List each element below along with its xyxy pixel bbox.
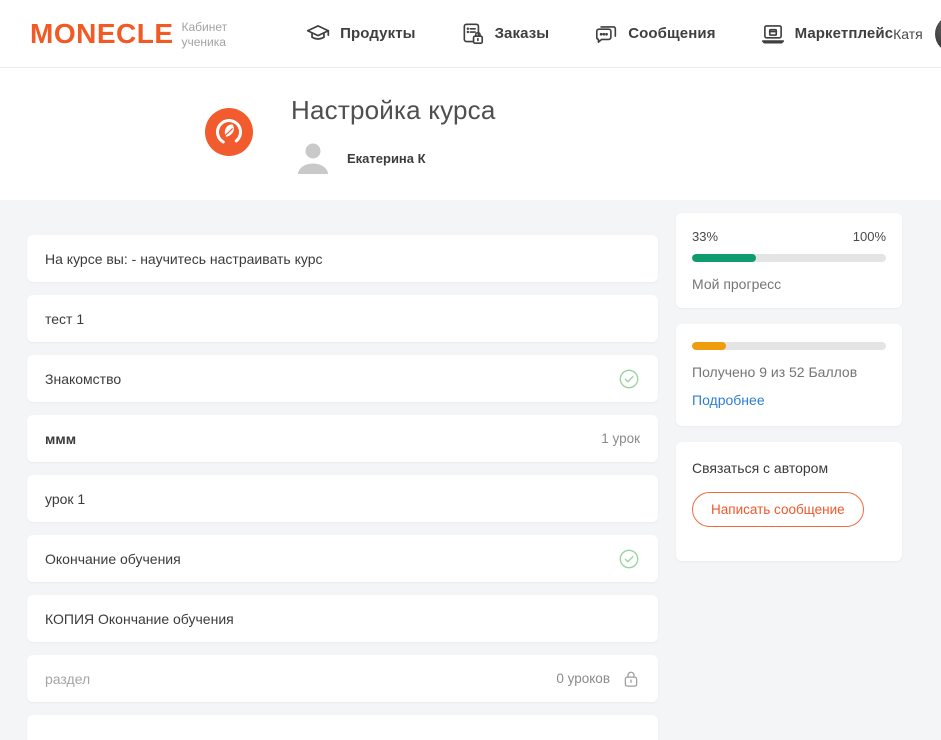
write-message-button[interactable]: Написать сообщение: [692, 492, 864, 527]
logo-subtitle-line2: ученика: [182, 35, 226, 49]
logo-text: MONECLE: [30, 18, 174, 50]
progress-bar-fill: [692, 254, 756, 262]
list-item-znakomstvo[interactable]: Знакомство: [27, 355, 658, 402]
user-name: Катя: [893, 26, 923, 42]
course-icon: [205, 108, 253, 156]
nav-item-messages[interactable]: Сообщения: [593, 21, 715, 47]
lesson-label: КОПИЯ Окончание обучения: [45, 611, 234, 627]
author-name: Екатерина К: [347, 151, 426, 166]
lesson-label: На курсе вы: - научитесь настраивать кур…: [45, 251, 323, 267]
points-label: Получено 9 из 52 Баллов: [692, 364, 886, 380]
points-bar: [692, 342, 886, 350]
lesson-list: На курсе вы: - научитесь настраивать кур…: [27, 235, 658, 740]
lesson-label: раздел: [45, 671, 90, 687]
lesson-count: 1 урок: [601, 431, 640, 446]
nav-item-products[interactable]: Продукты: [305, 21, 415, 47]
list-item-mmm[interactable]: ммм 1 урок: [27, 415, 658, 462]
lesson-count: 0 уроков: [556, 671, 610, 686]
points-details-link[interactable]: Подробнее: [692, 392, 765, 408]
list-item-test1[interactable]: тест 1: [27, 295, 658, 342]
lesson-label: ммм: [45, 431, 76, 447]
page: MONECLE Кабинет ученика Продукты: [0, 0, 941, 740]
main-content: На курсе вы: - научитесь настраивать кур…: [0, 200, 941, 740]
list-item-okonchanie[interactable]: Окончание обучения: [27, 535, 658, 582]
nav-item-label: Заказы: [495, 25, 550, 42]
contact-card: Связаться с автором Написать сообщение: [676, 442, 902, 561]
lesson-label: тест 1: [45, 311, 84, 327]
lock-icon: [622, 669, 640, 689]
author-avatar-icon: [291, 136, 335, 180]
list-item-kopiya[interactable]: КОПИЯ Окончание обучения: [27, 595, 658, 642]
progress-bar: [692, 254, 886, 262]
completed-check-icon: [618, 548, 640, 570]
completed-check-icon: [618, 368, 640, 390]
progress-card: 33% 100% Мой прогресс: [676, 213, 902, 308]
list-item-partial[interactable]: [27, 715, 658, 740]
list-item-razdel[interactable]: раздел 0 уроков: [27, 655, 658, 702]
lesson-label: Знакомство: [45, 371, 121, 387]
nav-items: Продукты Заказы: [305, 21, 893, 47]
list-item-description[interactable]: На курсе вы: - научитесь настраивать кур…: [27, 235, 658, 282]
lesson-label: урок 1: [45, 491, 85, 507]
graduation-cap-icon: [305, 21, 331, 47]
contact-title: Связаться с автором: [692, 460, 886, 476]
nav-item-orders[interactable]: Заказы: [460, 21, 550, 47]
author-row[interactable]: Екатерина К: [291, 136, 496, 180]
marketplace-icon: [760, 21, 786, 47]
list-item-urok1[interactable]: урок 1: [27, 475, 658, 522]
progress-label: Мой прогресс: [692, 276, 886, 292]
logo-subtitle-line1: Кабинет: [182, 20, 228, 34]
nav-item-label: Сообщения: [628, 25, 715, 42]
user-block: Катя: [893, 15, 941, 53]
user-avatar[interactable]: [935, 15, 941, 53]
nav-item-marketplace[interactable]: Маркетплейс: [760, 21, 894, 47]
sidebar: 33% 100% Мой прогресс Получено 9 из 52 Б…: [676, 213, 902, 561]
orders-icon: [460, 21, 486, 47]
points-bar-fill: [692, 342, 726, 350]
lesson-label: Окончание обучения: [45, 551, 181, 567]
top-nav: MONECLE Кабинет ученика Продукты: [0, 0, 941, 68]
progress-max: 100%: [853, 229, 886, 244]
points-card: Получено 9 из 52 Баллов Подробнее: [676, 324, 902, 426]
course-header-text: Настройка курса Екатерина К: [291, 68, 496, 200]
page-title: Настройка курса: [291, 95, 496, 126]
logo-subtitle: Кабинет ученика: [182, 20, 228, 50]
progress-current: 33%: [692, 229, 718, 244]
nav-item-label: Продукты: [340, 25, 415, 42]
nav-item-label: Маркетплейс: [795, 25, 894, 42]
messages-icon: [593, 21, 619, 47]
logo[interactable]: MONECLE Кабинет ученика: [30, 18, 227, 50]
course-header: Настройка курса Екатерина К: [0, 68, 941, 200]
